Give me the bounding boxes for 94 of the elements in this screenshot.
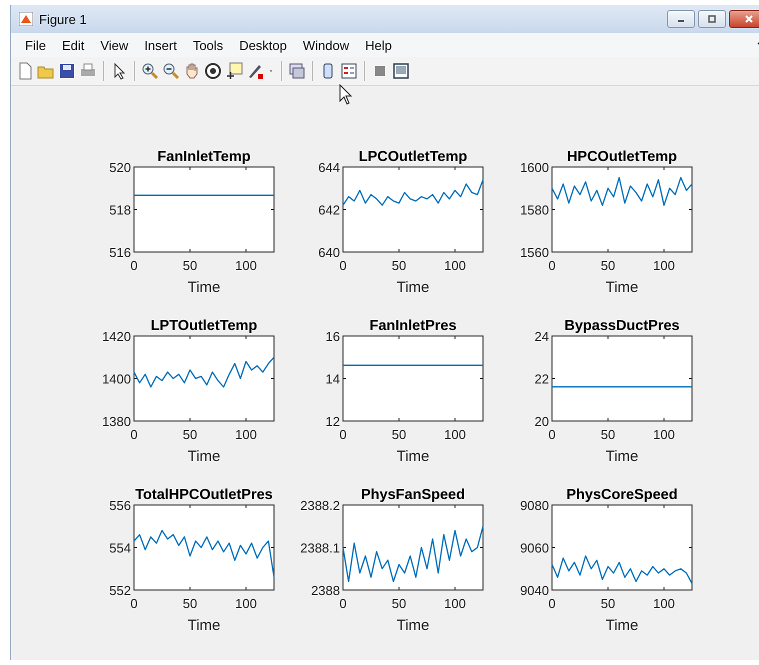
menu-item[interactable]: Window — [294, 38, 358, 52]
tick-label: 0 — [130, 596, 138, 611]
maximize-icon — [707, 14, 717, 24]
tick-label: 50 — [392, 258, 406, 273]
close-icon — [744, 14, 754, 24]
zoom-out-icon[interactable] — [162, 62, 180, 80]
show-icon[interactable] — [392, 62, 410, 80]
axis-label: Time — [606, 448, 638, 465]
save-icon[interactable] — [58, 62, 76, 80]
chart-title: TotalHPCOutletPres — [135, 487, 273, 503]
tick-label: 642 — [318, 202, 340, 218]
tick-label: 50 — [182, 596, 198, 611]
axis-label: Time — [396, 448, 430, 465]
menu-item[interactable]: Tools — [184, 38, 232, 52]
tick-label: 9060 — [520, 540, 549, 556]
tick-label: 520 — [109, 160, 131, 175]
chart-title: FanInletTemp — [157, 149, 251, 165]
menu-item[interactable]: File — [17, 38, 54, 52]
axis-label: Time — [606, 279, 638, 296]
tick-label: 100 — [235, 596, 257, 611]
tick-label: 20 — [534, 414, 549, 429]
tick-label: 1600 — [520, 160, 549, 175]
menu-item[interactable]: Edit — [54, 38, 92, 52]
axis-label: Time — [188, 279, 220, 296]
tick-label: 9080 — [520, 498, 549, 513]
tick-label: 100 — [653, 596, 675, 611]
tick-label: 0 — [339, 596, 347, 611]
close-button[interactable] — [729, 10, 759, 28]
chart-title: PhysCoreSpeed — [566, 487, 678, 503]
tick-label: 0 — [548, 427, 556, 442]
tick-label: 1560 — [520, 245, 549, 260]
tick-label: 24 — [534, 329, 549, 344]
axis-label: Time — [396, 279, 430, 296]
tick-label: 1580 — [520, 202, 549, 218]
axis-label: Time — [606, 617, 638, 634]
data-cursor-icon[interactable] — [225, 62, 243, 80]
menu-item[interactable]: Desktop — [231, 38, 295, 52]
app-icon — [19, 12, 33, 26]
menu-item[interactable]: View — [92, 38, 136, 52]
maximize-button[interactable] — [698, 10, 726, 28]
tick-label: 0 — [130, 427, 138, 442]
tick-label: 2388.1 — [300, 540, 340, 556]
tick-label: 12 — [326, 414, 340, 429]
tick-label: 2388.2 — [300, 498, 340, 513]
tick-label: 0 — [339, 427, 347, 442]
tick-label: 50 — [600, 427, 616, 442]
tick-label: 50 — [600, 596, 616, 611]
window-title: Figure 1 — [39, 12, 87, 26]
tick-label: 100 — [444, 427, 466, 442]
chart-title: HPCOutletTemp — [566, 149, 678, 165]
legend-icon[interactable] — [340, 62, 358, 80]
tick-label: 1420 — [102, 329, 131, 344]
tick-label: 16 — [326, 329, 340, 344]
tick-label: 50 — [392, 427, 406, 442]
tick-label: 554 — [109, 540, 131, 556]
axis-label: Time — [188, 617, 220, 634]
tick-label: 552 — [109, 583, 131, 598]
minimize-button[interactable] — [667, 10, 695, 28]
tick-label: 516 — [109, 245, 131, 260]
tick-label: 518 — [109, 202, 131, 218]
axis-label: Time — [188, 448, 220, 465]
tick-label: 14 — [326, 372, 340, 386]
tick-label: 0 — [548, 258, 556, 273]
tick-label: 1400 — [102, 372, 131, 386]
tick-label: 22 — [534, 372, 549, 386]
menu-item[interactable]: Help — [357, 38, 400, 52]
tick-label: 100 — [444, 596, 466, 611]
axis-label: Time — [396, 617, 430, 634]
tick-label: 100 — [235, 258, 257, 273]
menu-item[interactable]: Insert — [136, 38, 185, 52]
tick-label: 50 — [182, 427, 198, 442]
tick-label: 1380 — [102, 414, 131, 429]
chart-title: LPTOutletTemp — [150, 318, 258, 334]
tick-label: 9040 — [520, 583, 549, 598]
tick-label: 640 — [318, 245, 340, 260]
chart-title: FanInletPres — [369, 318, 457, 334]
tick-label: 50 — [392, 596, 406, 611]
chart-title: LPCOutletTemp — [358, 149, 468, 165]
tick-label: 644 — [318, 160, 340, 175]
tick-label: 100 — [444, 258, 466, 273]
tick-label: 50 — [600, 258, 616, 273]
chart-title: PhysFanSpeed — [361, 487, 465, 503]
tick-label: 100 — [653, 258, 675, 273]
brush-icon[interactable] — [246, 62, 264, 80]
tick-label: 0 — [339, 258, 347, 273]
zoom-in-icon[interactable] — [141, 62, 159, 80]
tick-label: 0 — [130, 258, 138, 273]
tick-label: 100 — [235, 427, 257, 442]
tick-label: 50 — [182, 258, 198, 273]
tick-label: 0 — [548, 596, 556, 611]
tick-label: 2388 — [311, 583, 340, 598]
tick-label: 100 — [653, 427, 675, 442]
tick-label: 556 — [109, 498, 131, 513]
chart-title: BypassDuctPres — [564, 318, 680, 334]
